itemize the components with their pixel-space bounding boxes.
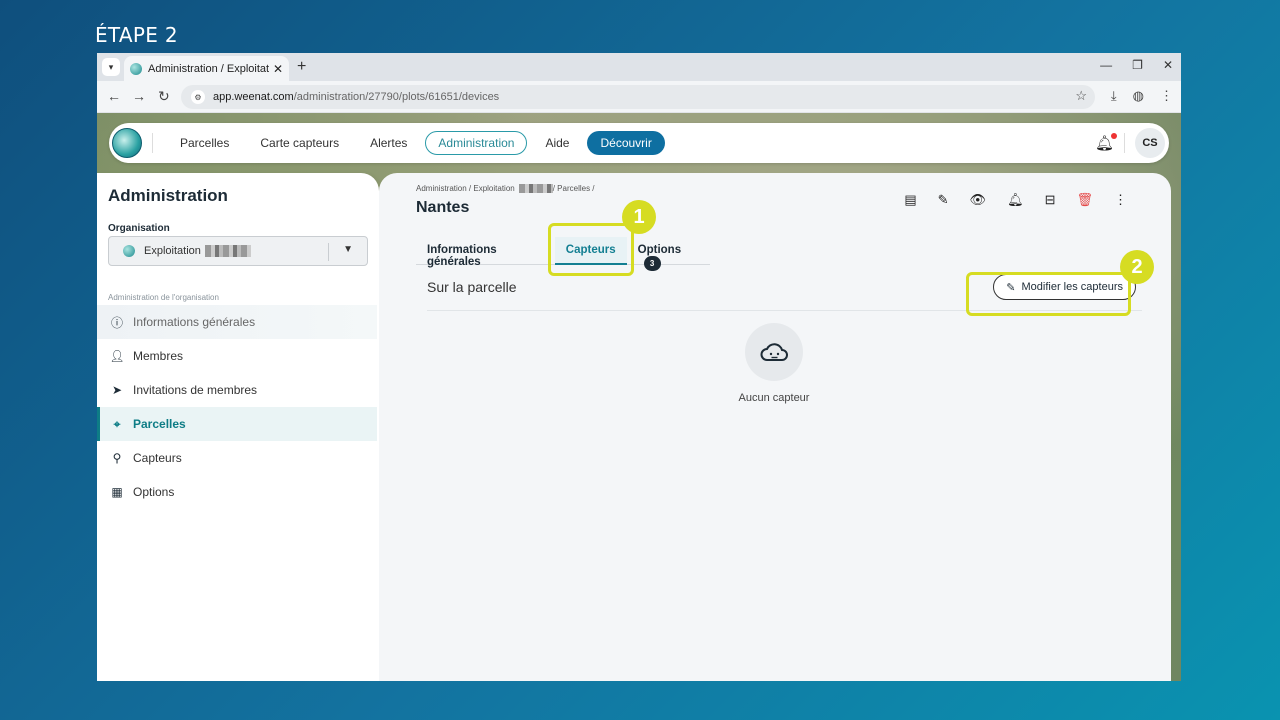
sidebar-item-capteurs[interactable]: ⚲ Capteurs bbox=[97, 441, 377, 475]
close-window-icon[interactable]: ✕ bbox=[1163, 58, 1173, 72]
back-icon[interactable]: ← bbox=[107, 88, 121, 104]
view-eye-icon[interactable]: 👁︎ bbox=[970, 192, 987, 208]
close-tab-icon[interactable]: ✕ bbox=[273, 62, 283, 76]
sensor-icon: ⚲ bbox=[112, 451, 122, 465]
breadcrumb-administration[interactable]: Administration bbox=[416, 184, 467, 193]
step-title: ÉTAPE 2 bbox=[95, 23, 178, 47]
redacted-name bbox=[204, 245, 251, 257]
organisation-value: Exploitation bbox=[144, 245, 201, 257]
url-input[interactable]: ⚙ app.weenat.com /administration/27790/p… bbox=[181, 85, 1095, 109]
browser-window: ▾ Administration / Exploitation Sa... ✕ … bbox=[97, 53, 1181, 681]
sidebar-item-invitations[interactable]: ➤ Invitations de membres bbox=[97, 373, 377, 407]
reload-icon[interactable]: ↻ bbox=[158, 88, 170, 105]
chevron-down-icon[interactable]: ▼ bbox=[343, 244, 353, 255]
organisation-label: Organisation bbox=[108, 223, 170, 234]
sidebar-item-label: Parcelles bbox=[133, 417, 186, 431]
delete-trash-icon[interactable]: 🗑︎ bbox=[1076, 192, 1093, 208]
alert-bell-icon[interactable]: 🔔︎ bbox=[1007, 192, 1024, 208]
sidebar-item-informations-generales[interactable]: ⓘ Informations générales bbox=[97, 305, 377, 339]
breadcrumb-parcelles[interactable]: Parcelles bbox=[557, 184, 590, 193]
nav-divider bbox=[152, 133, 153, 153]
notes-icon[interactable]: ▤ bbox=[904, 192, 916, 208]
sidebar-item-options[interactable]: ▦ Options bbox=[97, 475, 377, 509]
breadcrumb: Administration / Exploitation / Parcelle… bbox=[416, 184, 595, 193]
plot-actions: ▤ ✎ 👁︎ 🔔︎ ⊟ 🗑︎ ⋮ bbox=[904, 192, 1127, 208]
bookmark-star-icon[interactable]: ☆ bbox=[1075, 88, 1087, 104]
sidebar-item-label: Informations générales bbox=[133, 315, 256, 329]
highlight-box-2 bbox=[966, 272, 1131, 316]
forward-icon[interactable]: → bbox=[132, 88, 146, 104]
admin-sidebar: Administration Organisation Exploitation… bbox=[97, 173, 379, 681]
address-bar: ← → ↻ ⚙ app.weenat.com /administration/2… bbox=[97, 81, 1181, 113]
restore-icon[interactable]: ❐ bbox=[1132, 58, 1143, 72]
nav-decouvrir-button[interactable]: Découvrir bbox=[587, 131, 665, 155]
nav-alertes[interactable]: Alertes bbox=[357, 131, 420, 155]
breadcrumb-separator: / bbox=[590, 184, 595, 193]
tab-options-label: Options bbox=[637, 244, 682, 256]
archive-icon[interactable]: ⊟ bbox=[1045, 192, 1056, 208]
sidebar-section-label: Administration de l'organisation bbox=[108, 293, 219, 302]
section-title: Sur la parcelle bbox=[427, 279, 517, 295]
sidebar-menu: ⓘ Informations générales 👤︎ Membres ➤ In… bbox=[97, 305, 377, 509]
notifications-bell-icon[interactable]: 🔔︎ bbox=[1095, 133, 1117, 152]
nav-carte-capteurs[interactable]: Carte capteurs bbox=[247, 131, 352, 155]
browser-tab[interactable]: Administration / Exploitation Sa... ✕ bbox=[124, 56, 289, 81]
page-title: Nantes bbox=[416, 199, 470, 216]
download-icon[interactable]: ⤓ bbox=[1111, 88, 1117, 104]
step-number-badge-1: 1 bbox=[622, 200, 656, 234]
tab-options[interactable]: Options3 bbox=[627, 237, 710, 271]
minimize-icon[interactable]: — bbox=[1100, 58, 1112, 72]
nav-parcelles[interactable]: Parcelles bbox=[167, 131, 242, 155]
nav-divider-right bbox=[1124, 133, 1125, 153]
site-info-icon[interactable]: ⚙ bbox=[191, 90, 205, 104]
user-avatar[interactable]: CS bbox=[1135, 128, 1165, 158]
url-domain: app.weenat.com bbox=[213, 91, 294, 103]
options-count-badge: 3 bbox=[643, 256, 661, 271]
info-icon: ⓘ bbox=[110, 315, 123, 330]
person-icon: 👤︎ bbox=[109, 349, 125, 363]
organisation-select[interactable]: Exploitation ▼ bbox=[108, 236, 368, 266]
tab-strip: ▾ Administration / Exploitation Sa... ✕ … bbox=[97, 53, 1181, 81]
step-number-badge-2: 2 bbox=[1120, 250, 1154, 284]
nav-aide[interactable]: Aide bbox=[532, 131, 582, 155]
sidebar-item-membres[interactable]: 👤︎ Membres bbox=[97, 339, 377, 373]
sidebar-item-parcelles[interactable]: ⌖ Parcelles bbox=[97, 407, 377, 441]
weenat-logo[interactable] bbox=[112, 128, 142, 158]
select-divider bbox=[328, 243, 329, 261]
tab-title: Administration / Exploitation Sa... bbox=[148, 62, 269, 75]
top-navigation: Parcelles Carte capteurs Alertes Adminis… bbox=[109, 123, 1169, 163]
organisation-icon bbox=[123, 245, 135, 257]
main-content: Administration / Exploitation / Parcelle… bbox=[379, 173, 1171, 681]
sidebar-item-label: Membres bbox=[133, 349, 184, 363]
empty-state-icon bbox=[745, 323, 803, 381]
breadcrumb-separator: / bbox=[466, 184, 474, 193]
breadcrumb-exploitation[interactable]: Exploitation bbox=[473, 184, 514, 193]
nav-administration[interactable]: Administration bbox=[425, 131, 528, 155]
notification-dot bbox=[1111, 133, 1117, 139]
send-icon: ➤ bbox=[111, 383, 123, 397]
extension-icon[interactable]: ◍ bbox=[1133, 88, 1144, 104]
sad-cloud-icon bbox=[760, 343, 788, 361]
redacted-name bbox=[518, 184, 553, 193]
empty-state-text: Aucun capteur bbox=[738, 392, 810, 404]
app-page: Parcelles Carte capteurs Alertes Adminis… bbox=[97, 113, 1181, 681]
edit-pencil-icon[interactable]: ✎ bbox=[938, 192, 949, 208]
map-pin-icon: ⌖ bbox=[113, 416, 121, 431]
highlight-box-1 bbox=[548, 223, 634, 276]
new-tab-icon[interactable]: + bbox=[297, 58, 306, 76]
sidebar-item-label: Options bbox=[133, 485, 175, 499]
tab-informations-generales[interactable]: Informations générales bbox=[416, 237, 555, 268]
sidebar-item-label: Invitations de membres bbox=[133, 383, 258, 397]
url-path: /administration/27790/plots/61651/device… bbox=[293, 91, 500, 103]
more-options-icon[interactable]: ⋮ bbox=[1114, 192, 1127, 208]
weenat-favicon-icon bbox=[130, 62, 142, 75]
tab-search-button[interactable]: ▾ bbox=[102, 58, 120, 76]
grid-plus-icon: ▦ bbox=[111, 485, 123, 499]
browser-menu-icon[interactable]: ⋮ bbox=[1160, 88, 1173, 104]
sidebar-item-label: Capteurs bbox=[133, 451, 182, 465]
sidebar-title: Administration bbox=[108, 186, 228, 205]
